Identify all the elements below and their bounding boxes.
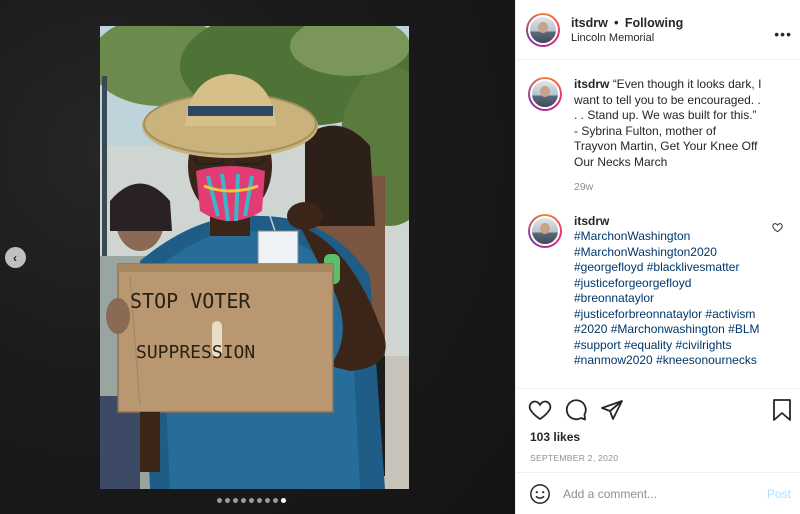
media-pane: STOP VOTER SUPPRESSION ‹: [0, 0, 515, 514]
carousel-dot: [233, 498, 238, 503]
location-link[interactable]: Lincoln Memorial: [571, 32, 683, 44]
caption-username[interactable]: itsdrw: [574, 77, 609, 91]
caption-body: itsdrw “Even though it looks dark, I wan…: [574, 77, 762, 196]
separator-dot: •: [614, 15, 619, 30]
comment-body: itsdrw #MarchonWashington #MarchonWashin…: [574, 214, 760, 369]
hashtag-link[interactable]: #georgefloyd: [574, 260, 643, 274]
post-comment-button[interactable]: Post: [767, 487, 791, 501]
post-photo[interactable]: STOP VOTER SUPPRESSION: [100, 26, 409, 489]
hashtag-link[interactable]: #support: [574, 338, 621, 352]
action-icons: [516, 389, 800, 422]
carousel-dot: [249, 498, 254, 503]
comment-username[interactable]: itsdrw: [574, 214, 609, 228]
comment-entry: itsdrw #MarchonWashington #MarchonWashin…: [516, 196, 800, 369]
hashtag-link[interactable]: #blacklivesmatter: [647, 260, 740, 274]
hashtag-link[interactable]: #Marchonwashington: [611, 322, 725, 336]
carousel-dot: [241, 498, 246, 503]
hashtag-list[interactable]: #MarchonWashington #MarchonWashington202…: [574, 229, 760, 367]
post-actions: 103 likes September 2, 2020: [516, 388, 800, 468]
share-paper-plane-icon[interactable]: [600, 398, 624, 422]
following-button[interactable]: Following: [625, 16, 683, 30]
hashtag-link[interactable]: #justiceforgeorgefloyd: [574, 276, 691, 290]
post-header: itsdrw • Following Lincoln Memorial •••: [516, 0, 800, 60]
hashtag-link[interactable]: #activism: [705, 307, 755, 321]
caption-time[interactable]: 29w: [574, 180, 762, 196]
hashtag-link[interactable]: #MarchonWashington2020: [574, 245, 717, 259]
protest-photo-illustration: STOP VOTER SUPPRESSION: [100, 26, 409, 489]
sign-line-2: SUPPRESSION: [136, 342, 255, 363]
avatar[interactable]: [528, 77, 562, 111]
carousel-dot: [281, 498, 286, 503]
header-meta: itsdrw • Following Lincoln Memorial: [571, 16, 683, 44]
hashtag-link[interactable]: #MarchonWashington: [574, 229, 690, 243]
post-date[interactable]: September 2, 2020: [516, 444, 800, 463]
carousel-dot: [265, 498, 270, 503]
carousel-dot: [257, 498, 262, 503]
avatar[interactable]: [526, 12, 560, 47]
comment-input[interactable]: [563, 486, 743, 501]
emoji-smiley-icon[interactable]: [529, 483, 551, 505]
hashtag-link[interactable]: #kneesonournecks: [656, 353, 757, 367]
avatar[interactable]: [528, 213, 562, 248]
carousel-dot: [225, 498, 230, 503]
username-link[interactable]: itsdrw: [571, 16, 608, 30]
chevron-left-icon: ‹: [13, 250, 17, 265]
likes-count[interactable]: 103 likes: [516, 422, 800, 444]
more-options-icon[interactable]: •••: [774, 26, 792, 42]
hashtag-link[interactable]: #breonnataylor: [574, 291, 654, 305]
hashtag-link[interactable]: #justiceforbreonnataylor: [574, 307, 702, 321]
hashtag-link[interactable]: #2020: [574, 322, 607, 336]
add-comment-bar: Post: [516, 472, 800, 514]
comments-list[interactable]: itsdrw “Even though it looks dark, I wan…: [516, 61, 800, 387]
hashtag-link[interactable]: #equality: [624, 338, 672, 352]
sign-line-1: STOP VOTER: [130, 289, 251, 313]
post-details-panel: itsdrw • Following Lincoln Memorial ••• …: [515, 0, 800, 514]
hashtag-link[interactable]: #nanmow2020: [574, 353, 653, 367]
bookmark-icon[interactable]: [771, 398, 793, 422]
carousel-indicator: [217, 498, 286, 503]
carousel-dot: [217, 498, 222, 503]
hashtag-link[interactable]: #BLM: [728, 322, 759, 336]
like-comment-heart-icon[interactable]: [772, 222, 783, 233]
caption-entry: itsdrw “Even though it looks dark, I wan…: [516, 61, 800, 196]
carousel-dot: [273, 498, 278, 503]
like-heart-icon[interactable]: [528, 398, 552, 422]
hashtag-link[interactable]: #civilrights: [675, 338, 731, 352]
comment-bubble-icon[interactable]: [564, 398, 588, 422]
previous-slide-button[interactable]: ‹: [5, 247, 26, 268]
